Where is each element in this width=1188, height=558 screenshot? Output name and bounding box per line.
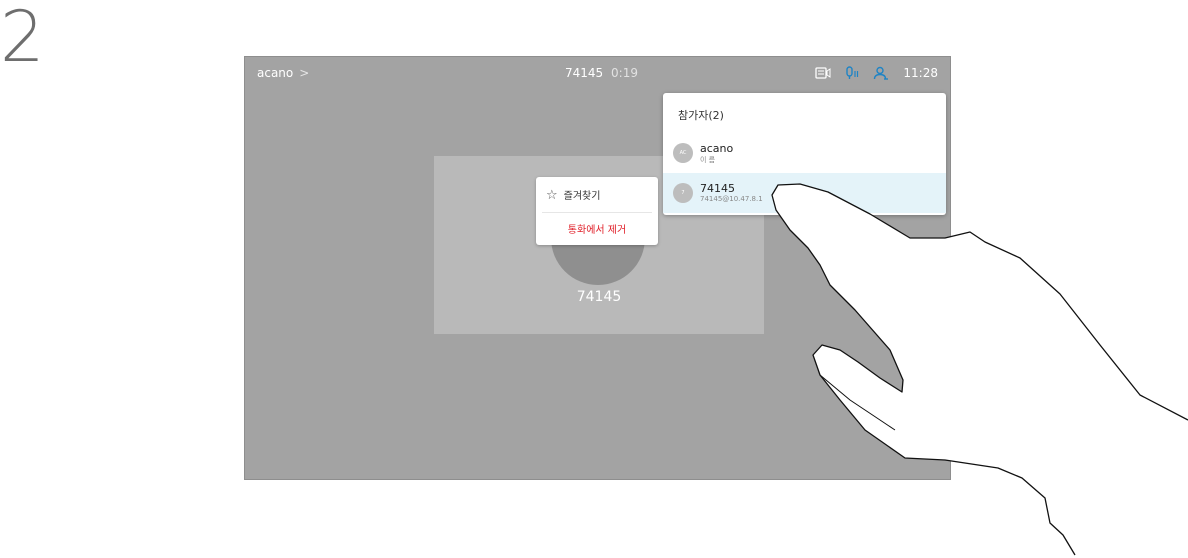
hand-illustration	[771, 183, 1188, 556]
